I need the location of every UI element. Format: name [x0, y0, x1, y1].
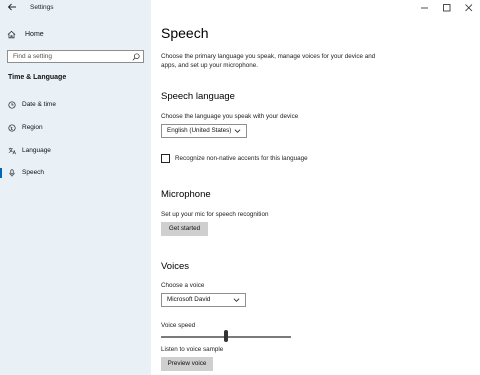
home-label: Home [25, 30, 44, 38]
recognize-accents-label: Recognize non-native accents for this la… [175, 155, 308, 162]
chevron-down-icon [233, 298, 240, 302]
microphone-label: Set up your mic for speech recognition [161, 211, 269, 218]
voices-heading: Voices [161, 261, 189, 272]
page-title: Speech [161, 25, 209, 41]
speech-language-heading: Speech language [161, 91, 235, 102]
speech-language-label: Choose the language you speak with your … [161, 113, 299, 120]
sidebar-item-label: Language [22, 147, 51, 154]
sidebar-item-label: Region [22, 124, 43, 131]
search-input[interactable]: Find a setting [7, 50, 144, 63]
chevron-down-icon [234, 129, 241, 133]
sidebar-item-language[interactable]: Language [0, 143, 151, 159]
sidebar-item-speech[interactable]: Speech [0, 165, 151, 181]
sidebar-item-label: Date & time [22, 101, 56, 108]
recognize-accents-checkbox[interactable] [161, 154, 170, 163]
title-bar: Settings [0, 0, 151, 16]
choose-voice-label: Choose a voice [161, 282, 205, 289]
sidebar: Settings Home Find a setting Time & Lang… [0, 0, 151, 375]
search-placeholder: Find a setting [13, 53, 53, 60]
back-arrow-icon[interactable] [6, 2, 18, 14]
get-started-button[interactable]: Get started [161, 222, 208, 236]
main-content: Speech Choose the primary language you s… [151, 0, 480, 375]
sidebar-item-region[interactable]: Region [0, 120, 151, 136]
window-title: Settings [30, 4, 54, 11]
speech-language-dropdown[interactable]: English (United States) [161, 124, 247, 138]
language-icon [8, 147, 16, 155]
preview-voice-label: Preview voice [167, 360, 207, 367]
voice-value: Microsoft David [167, 296, 211, 303]
voice-dropdown[interactable]: Microsoft David [161, 293, 246, 307]
home-icon [7, 30, 16, 38]
get-started-label: Get started [168, 225, 201, 232]
sidebar-item-date-time[interactable]: Date & time [0, 97, 151, 113]
voice-speed-label: Voice speed [161, 322, 196, 329]
page-description: Choose the primary language you speak, m… [161, 53, 376, 69]
microphone-heading: Microphone [161, 189, 211, 200]
voice-sample-label: Listen to voice sample [161, 346, 224, 353]
speech-language-value: English (United States) [167, 127, 232, 134]
search-icon[interactable] [132, 53, 140, 61]
voice-speed-slider-thumb[interactable] [224, 330, 228, 342]
microphone-icon [9, 169, 15, 177]
clock-icon [8, 101, 16, 109]
globe-icon [8, 124, 16, 132]
sidebar-item-label: Speech [22, 169, 45, 176]
sidebar-section-title: Time & Language [8, 74, 67, 81]
home-nav-item[interactable]: Home [7, 29, 44, 39]
preview-voice-button[interactable]: Preview voice [161, 357, 213, 371]
